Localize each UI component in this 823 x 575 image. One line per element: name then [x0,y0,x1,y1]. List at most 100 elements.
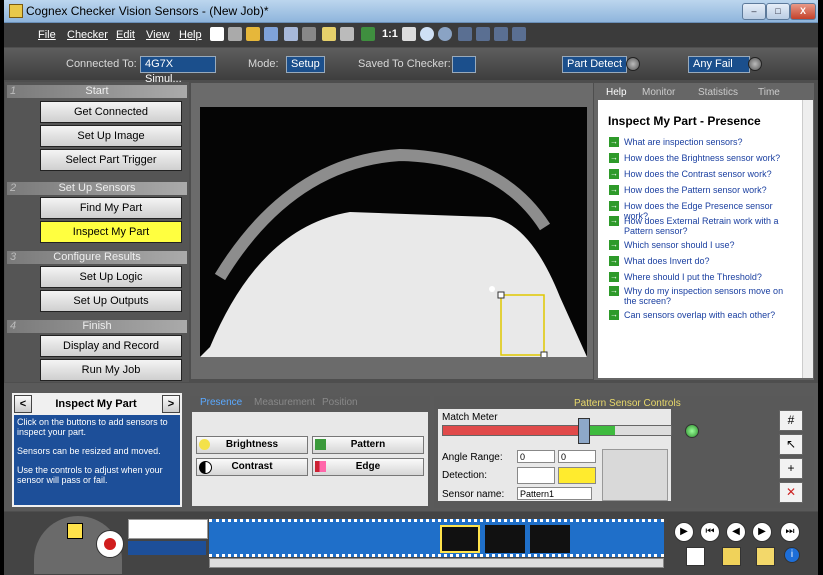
film-thumbnail[interactable] [530,525,570,553]
mode-value[interactable]: Setup [286,56,325,73]
filmstrip-scrollbar[interactable] [209,558,664,568]
roi-handle[interactable] [497,291,505,299]
arrow-right-icon: → [609,201,619,211]
step-2-header: 2 Set Up Sensors [7,182,187,195]
inspect-my-part-button[interactable]: Inspect My Part [40,221,182,243]
help-link[interactable]: → Can sensors overlap with each other? [609,310,796,320]
roi-move-icon[interactable] [489,286,495,292]
prev-step-button[interactable]: < [14,395,32,413]
pointer-icon[interactable]: ↖ [779,434,803,455]
maximize-button[interactable]: □ [766,3,790,20]
film-thumbnail[interactable] [440,525,480,553]
set-up-image-button[interactable]: Set Up Image [40,125,182,147]
grid-icon[interactable] [361,27,375,41]
zoom-fit-icon[interactable] [402,27,416,41]
roi-handle[interactable] [540,351,548,357]
tab-help[interactable]: Help [606,86,627,100]
new-file-icon[interactable] [210,27,224,41]
copy-icon[interactable] [322,27,336,41]
set-up-outputs-button[interactable]: Set Up Outputs [40,290,182,312]
skip-start-icon[interactable]: ⏮ [700,522,720,542]
camera-image[interactable] [200,107,587,357]
turtle-accuracy-icon[interactable] [558,467,596,484]
help-link[interactable]: → How does the Contrast sensor work? [609,169,796,179]
grid-snap-icon[interactable]: # [779,410,803,431]
mode-label: Mode: [248,58,279,70]
help-link[interactable]: → How does the Brightness sensor work? [609,153,796,163]
brightness-button[interactable]: Brightness [196,436,308,454]
undo-icon[interactable] [284,27,298,41]
save-icon[interactable] [264,27,278,41]
tab-measurement[interactable]: Measurement [254,396,315,409]
tab-position[interactable]: Position [322,396,358,409]
play-icon[interactable]: ▶ [674,522,694,542]
connected-label: Connected To: [66,58,137,70]
menu-checker[interactable]: Checker [67,29,108,41]
menu-file[interactable]: File [38,29,56,41]
sensor-tool-icons: # ↖ + ✕ [779,410,805,503]
threshold-slider[interactable] [578,418,590,444]
record-button[interactable] [96,530,124,558]
help-link[interactable]: → Which sensor should I use? [609,240,796,250]
sensor-name-input[interactable]: Pattern1 [517,487,592,500]
open-disabled-icon[interactable] [228,27,242,41]
image-select-dropdown[interactable] [128,519,208,539]
paste-icon[interactable] [340,27,354,41]
select-part-trigger-button[interactable]: Select Part Trigger [40,149,182,171]
step-back-icon[interactable]: ◀ [726,522,746,542]
arrow-right-icon[interactable] [512,27,526,41]
new-image-icon[interactable] [686,547,705,566]
edge-button[interactable]: Edge [312,458,424,476]
menu-edit[interactable]: Edit [116,29,135,41]
help-link[interactable]: → Why do my inspection sensors move on th… [609,286,796,306]
part-detect-badge: Part Detect [562,56,628,73]
pattern-button[interactable]: Pattern [312,436,424,454]
step-forward-icon[interactable]: ▶ [752,522,772,542]
display-and-record-button[interactable]: Display and Record [40,335,182,357]
help-scrollbar[interactable] [802,100,813,378]
film-thumbnail[interactable] [485,525,525,553]
match-meter [442,425,672,436]
delete-sensor-icon[interactable]: ✕ [779,482,803,503]
add-sensor-icon[interactable]: + [779,458,803,479]
help-link[interactable]: → What are inspection sensors? [609,137,796,147]
contrast-button[interactable]: Contrast [196,458,308,476]
find-my-part-button[interactable]: Find My Part [40,197,182,219]
open-image-folder-icon[interactable] [722,547,741,566]
help-link[interactable]: → How does External Retrain work with a P… [609,216,796,236]
rabbit-speed-icon[interactable] [517,467,555,484]
app-window: Cognex Checker Vision Sensors - (New Job… [4,0,818,575]
match-meter-fail [443,426,584,435]
save-image-icon[interactable] [756,547,775,566]
get-connected-button[interactable]: Get Connected [40,101,182,123]
arrow-left-icon[interactable] [494,27,508,41]
zoom-out-icon[interactable] [438,27,452,41]
help-link[interactable]: → What does Invert do? [609,256,796,266]
menu-help[interactable]: Help [179,29,202,41]
skip-end-icon[interactable]: ⏭ [780,522,800,542]
tab-presence[interactable]: Presence [200,396,242,409]
tab-monitor[interactable]: Monitor [642,86,675,100]
angle-max-input[interactable]: 0 [558,450,596,463]
tab-time[interactable]: Time [758,86,780,100]
arrow-down-icon[interactable] [476,27,490,41]
arrow-up-icon[interactable] [458,27,472,41]
help-link[interactable]: → Where should I put the Threshold? [609,272,796,282]
minimize-button[interactable]: – [742,3,766,20]
open-folder-icon[interactable] [246,27,260,41]
connected-value[interactable]: 4G7X Simul... [140,56,216,85]
tab-statistics[interactable]: Statistics [698,86,738,100]
help-link[interactable]: → How does the Pattern sensor work? [609,185,796,195]
angle-min-input[interactable]: 0 [517,450,555,463]
zoom-1to1-button[interactable]: 1:1 [382,28,398,40]
close-button[interactable]: X [790,3,816,20]
redo-icon[interactable] [302,27,316,41]
set-up-logic-button[interactable]: Set Up Logic [40,266,182,288]
zoom-in-icon[interactable] [420,27,434,41]
app-icon [9,4,23,18]
nav-title: Inspect My Part [55,398,137,410]
menu-view[interactable]: View [146,29,170,41]
run-my-job-button[interactable]: Run My Job [40,359,182,381]
next-step-button[interactable]: > [162,395,180,413]
info-icon[interactable]: i [784,547,800,563]
